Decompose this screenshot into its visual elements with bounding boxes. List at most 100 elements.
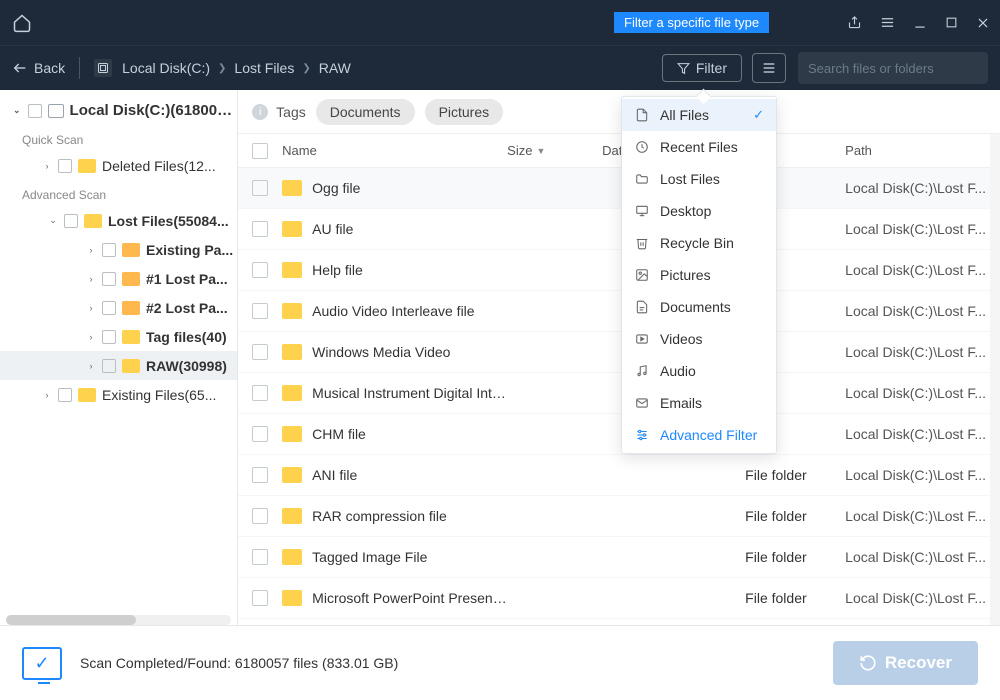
file-row[interactable]: Audio Video Interleave fileolderLocal Di…	[238, 291, 1000, 332]
expand-icon[interactable]: ›	[84, 272, 98, 286]
sort-desc-icon: ▼	[536, 146, 545, 156]
file-row[interactable]: Ogg fileolderLocal Disk(C:)\Lost F...	[238, 168, 1000, 209]
checkbox[interactable]	[252, 344, 268, 360]
checkbox[interactable]	[102, 330, 116, 344]
toolbar: Back Local Disk(C:) ❯ Lost Files ❯ RAW F…	[0, 45, 1000, 90]
breadcrumb-item[interactable]: RAW	[319, 60, 351, 76]
checkbox[interactable]	[252, 303, 268, 319]
filter-option[interactable]: Advanced Filter	[622, 419, 776, 451]
search-input[interactable]	[808, 61, 984, 76]
expand-icon[interactable]: ›	[84, 330, 98, 344]
file-row[interactable]: CHM fileolderLocal Disk(C:)\Lost F...	[238, 414, 1000, 455]
filter-option-label: Lost Files	[660, 171, 720, 187]
checkbox[interactable]	[252, 262, 268, 278]
menu-icon[interactable]	[880, 15, 895, 30]
search-box[interactable]	[798, 52, 988, 84]
filter-option[interactable]: Lost Files	[622, 163, 776, 195]
checkbox[interactable]	[102, 301, 116, 315]
file-path: Local Disk(C:)\Lost F...	[845, 262, 986, 278]
main-vscrollbar[interactable]	[990, 134, 1000, 625]
trash-icon	[634, 235, 650, 251]
file-row[interactable]: RAR compression fileFile folderLocal Dis…	[238, 496, 1000, 537]
filter-option[interactable]: Documents	[622, 291, 776, 323]
file-row[interactable]: ANI fileFile folderLocal Disk(C:)\Lost F…	[238, 455, 1000, 496]
close-icon[interactable]	[976, 16, 990, 30]
tree-label: Lost Files(55084...	[108, 213, 229, 229]
tree-item[interactable]: ›Existing Files(65...	[0, 380, 237, 409]
checkbox[interactable]	[252, 590, 268, 606]
minimize-icon[interactable]	[913, 16, 927, 30]
expand-icon[interactable]: ⌄	[46, 214, 60, 228]
file-row[interactable]: Windows Media VideoolderLocal Disk(C:)\L…	[238, 332, 1000, 373]
checkbox[interactable]	[252, 508, 268, 524]
recover-button[interactable]: Recover	[833, 641, 978, 685]
checkbox[interactable]	[102, 243, 116, 257]
breadcrumb-item[interactable]: Lost Files	[234, 60, 294, 76]
expand-icon[interactable]: ›	[40, 159, 54, 173]
filter-option[interactable]: Videos	[622, 323, 776, 355]
checkbox[interactable]	[252, 426, 268, 442]
checkbox[interactable]	[102, 359, 116, 373]
filter-option[interactable]: Pictures	[622, 259, 776, 291]
checkbox[interactable]	[252, 385, 268, 401]
footer: ✓ Scan Completed/Found: 6180057 files (8…	[0, 625, 1000, 700]
view-list-button[interactable]	[752, 53, 786, 83]
back-button[interactable]: Back	[12, 60, 65, 76]
main-panel: i Tags Documents Pictures Name Size▼ Dat…	[238, 90, 1000, 625]
filter-option[interactable]: Desktop	[622, 195, 776, 227]
tree-item[interactable]: ⌄ Lost Files(55084...	[0, 206, 237, 235]
expand-icon[interactable]: ›	[84, 301, 98, 315]
checkbox[interactable]	[252, 180, 268, 196]
checkbox[interactable]	[252, 549, 268, 565]
tree-item[interactable]: ›Deleted Files(12...	[0, 151, 237, 180]
sidebar-section-advanced: Advanced Scan	[0, 180, 237, 206]
filter-option[interactable]: All Files✓	[622, 99, 776, 131]
file-row[interactable]: Musical Instrument Digital Inte...olderL…	[238, 373, 1000, 414]
file-path: Local Disk(C:)\Lost F...	[845, 467, 986, 483]
filter-option[interactable]: Emails	[622, 387, 776, 419]
checkbox[interactable]	[64, 214, 78, 228]
checkbox[interactable]	[58, 388, 72, 402]
file-name: AU file	[312, 221, 507, 237]
share-icon[interactable]	[847, 15, 862, 30]
tag-pill-pictures[interactable]: Pictures	[425, 99, 504, 125]
file-row[interactable]: Tagged Image FileFile folderLocal Disk(C…	[238, 537, 1000, 578]
file-name: Ogg file	[312, 180, 507, 196]
file-row[interactable]: AU fileolderLocal Disk(C:)\Lost F...	[238, 209, 1000, 250]
tree-item[interactable]: ›#1 Lost Pa...	[0, 264, 237, 293]
sidebar-hscrollbar[interactable]	[6, 615, 231, 625]
tree-item[interactable]: ›Existing Pa...	[0, 235, 237, 264]
tree-root[interactable]: ⌄ Local Disk(C:)(6180057)	[0, 96, 237, 125]
checkbox[interactable]	[102, 272, 116, 286]
file-row[interactable]: Microsoft PowerPoint Presenta...File fol…	[238, 578, 1000, 619]
home-icon[interactable]	[12, 13, 32, 33]
tag-pill-documents[interactable]: Documents	[316, 99, 415, 125]
tree-item[interactable]: ›Tag files(40)	[0, 322, 237, 351]
breadcrumb-item[interactable]: Local Disk(C:)	[122, 60, 210, 76]
col-size[interactable]: Size▼	[507, 143, 602, 158]
checkbox[interactable]	[252, 467, 268, 483]
expand-icon[interactable]: ›	[84, 243, 98, 257]
info-icon[interactable]: i	[252, 104, 268, 120]
maximize-icon[interactable]	[945, 16, 958, 29]
file-row[interactable]: Help fileolderLocal Disk(C:)\Lost F...	[238, 250, 1000, 291]
filter-option[interactable]: Recycle Bin	[622, 227, 776, 259]
checkbox[interactable]	[58, 159, 72, 173]
file-path: Local Disk(C:)\Lost F...	[845, 344, 986, 360]
audio-icon	[634, 363, 650, 379]
filter-option[interactable]: Audio	[622, 355, 776, 387]
col-name[interactable]: Name	[282, 143, 507, 158]
col-path[interactable]: Path	[845, 143, 986, 158]
select-all-checkbox[interactable]	[252, 143, 268, 159]
folder-icon	[78, 388, 96, 402]
checkbox[interactable]	[28, 104, 42, 118]
checkbox[interactable]	[252, 221, 268, 237]
filter-option[interactable]: Recent Files	[622, 131, 776, 163]
tree-item[interactable]: ›RAW(30998)	[0, 351, 237, 380]
expand-icon[interactable]: ›	[40, 388, 54, 402]
expand-icon[interactable]: ›	[84, 359, 98, 373]
collapse-icon[interactable]: ⌄	[10, 104, 24, 118]
filter-button[interactable]: Filter	[662, 54, 742, 82]
tree-item[interactable]: ›#2 Lost Pa...	[0, 293, 237, 322]
disk-icon	[48, 104, 64, 118]
